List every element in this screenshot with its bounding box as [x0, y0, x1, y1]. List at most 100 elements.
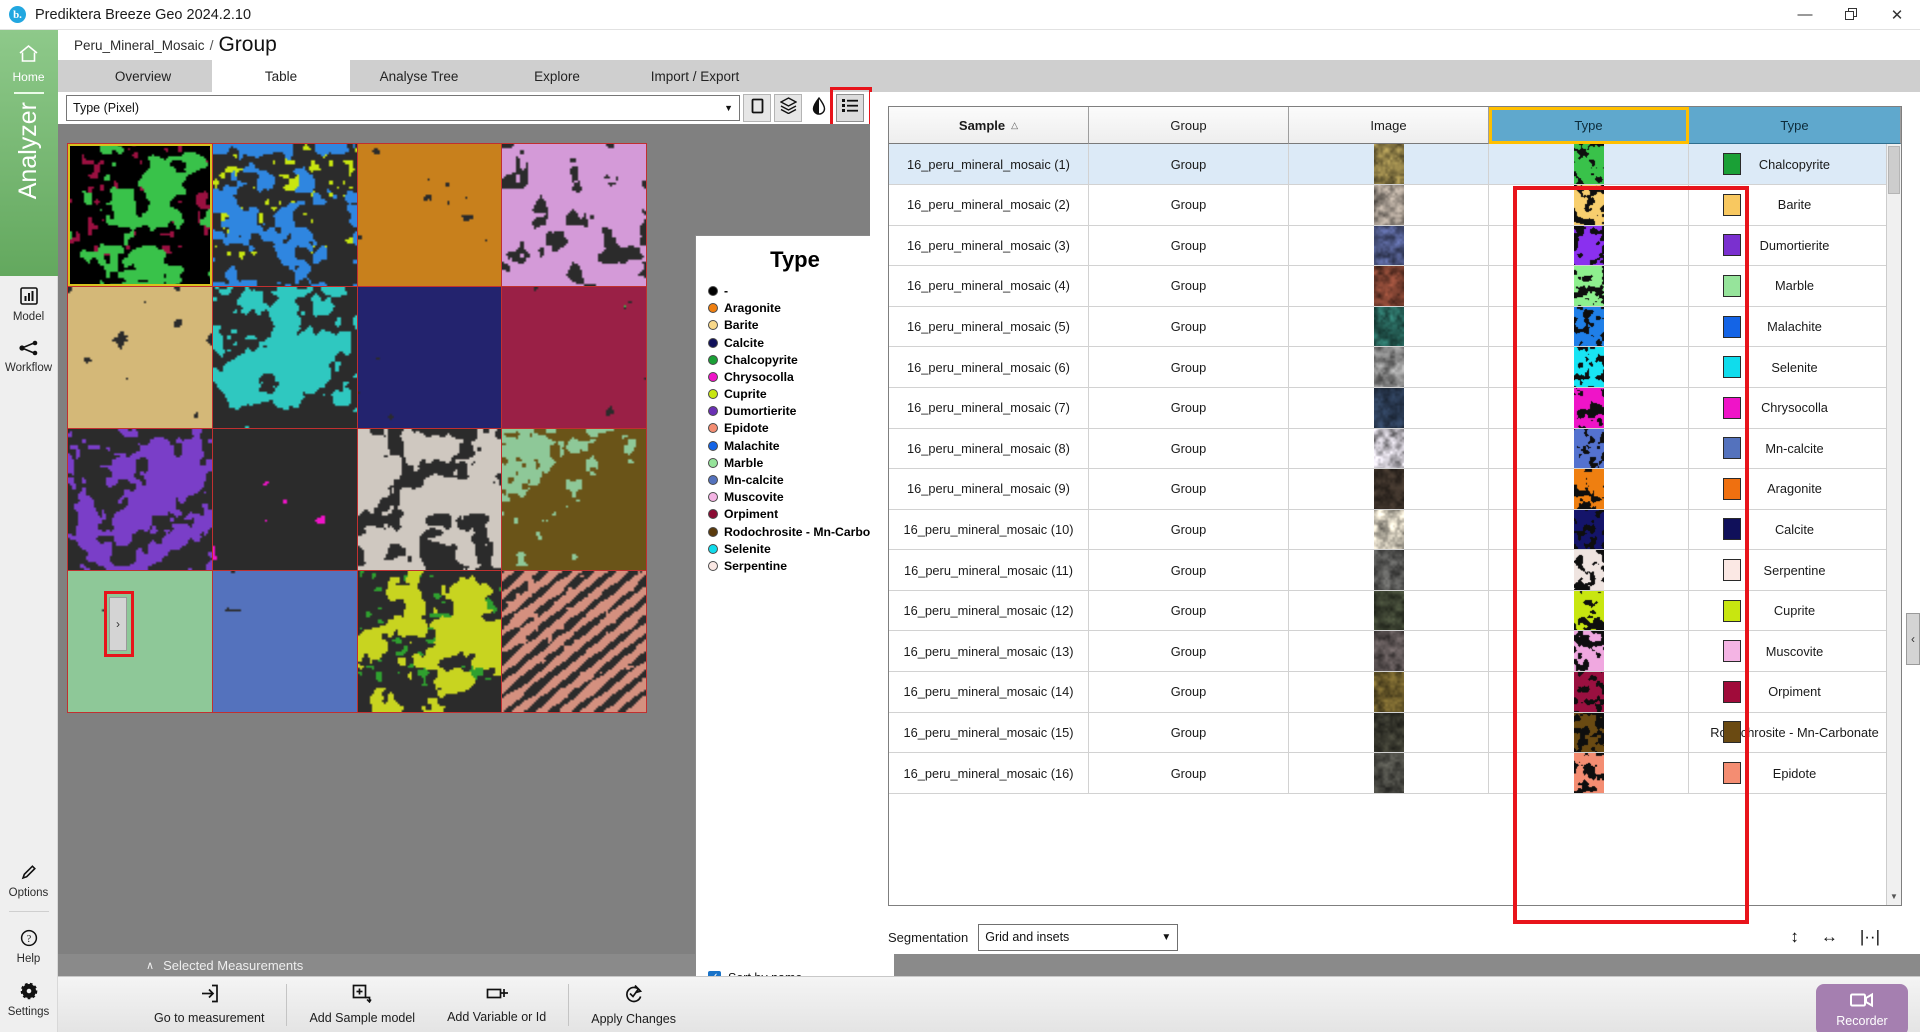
cell-type-segmentation[interactable]	[1489, 226, 1689, 266]
recorder-button[interactable]: Recorder	[1816, 984, 1908, 1032]
cell-image-thumbnail[interactable]	[1289, 510, 1489, 550]
legend-list-button[interactable]	[836, 94, 864, 122]
table-vertical-scrollbar[interactable]: ▲ ▼	[1886, 144, 1901, 905]
mosaic-cell[interactable]	[502, 287, 646, 428]
table-row[interactable]: 16_peru_mineral_mosaic (15)GroupRodochro…	[889, 713, 1901, 754]
cell-type-segmentation[interactable]	[1489, 388, 1689, 428]
home-icon[interactable]	[18, 44, 39, 67]
cell-type-segmentation[interactable]	[1489, 347, 1689, 387]
cell-type-segmentation[interactable]	[1489, 591, 1689, 631]
legend-item[interactable]: Chalcopyrite	[708, 351, 894, 368]
tab-explore[interactable]: Explore	[488, 60, 626, 92]
cell-type-segmentation[interactable]	[1489, 713, 1689, 753]
table-row[interactable]: 16_peru_mineral_mosaic (8)GroupMn-calcit…	[889, 429, 1901, 470]
cell-image-thumbnail[interactable]	[1289, 266, 1489, 306]
mosaic-cell[interactable]	[213, 287, 357, 428]
tab-import-export[interactable]: Import / Export	[626, 60, 764, 92]
table-row[interactable]: 16_peru_mineral_mosaic (9)GroupAragonite	[889, 469, 1901, 510]
mosaic-cell[interactable]	[213, 429, 357, 570]
contrast-button[interactable]	[805, 94, 833, 122]
restore-button[interactable]	[1828, 0, 1874, 29]
table-row[interactable]: 16_peru_mineral_mosaic (11)GroupSerpenti…	[889, 550, 1901, 591]
mosaic-cell[interactable]	[358, 287, 502, 428]
rail-item-workflow[interactable]: Workflow	[0, 329, 58, 380]
legend-item[interactable]: Orpiment	[708, 506, 894, 523]
table-row[interactable]: 16_peru_mineral_mosaic (12)GroupCuprite	[889, 591, 1901, 632]
table-row[interactable]: 16_peru_mineral_mosaic (4)GroupMarble	[889, 266, 1901, 307]
cell-image-thumbnail[interactable]	[1289, 226, 1489, 266]
mosaic-cell[interactable]	[68, 429, 212, 570]
rail-item-model[interactable]: Model	[0, 276, 58, 329]
column-header-group[interactable]: Group	[1089, 107, 1289, 144]
scrollbar-thumb[interactable]	[1888, 146, 1900, 194]
cell-type-segmentation[interactable]	[1489, 429, 1689, 469]
add-sample-model-button[interactable]: Add Sample model	[293, 984, 431, 1025]
minimize-button[interactable]: —	[1782, 0, 1828, 29]
column-header-image[interactable]: Image	[1289, 107, 1489, 144]
mosaic-cell[interactable]	[68, 287, 212, 428]
legend-item[interactable]: Epidote	[708, 420, 894, 437]
mosaic-cell[interactable]	[502, 144, 646, 285]
right-panel-collapse-handle[interactable]: ‹	[1906, 613, 1920, 665]
mosaic-cell[interactable]	[213, 144, 357, 285]
cell-image-thumbnail[interactable]	[1289, 631, 1489, 671]
column-header-type-image[interactable]: Type	[1489, 107, 1689, 144]
table-body[interactable]: 16_peru_mineral_mosaic (1)GroupChalcopyr…	[889, 144, 1901, 905]
layers-view-button[interactable]	[774, 94, 802, 122]
rail-item-options[interactable]: Options	[0, 852, 58, 905]
cell-image-thumbnail[interactable]	[1289, 185, 1489, 225]
table-row[interactable]: 16_peru_mineral_mosaic (10)GroupCalcite	[889, 510, 1901, 551]
fit-height-icon[interactable]: ↕	[1790, 927, 1799, 947]
mosaic-cell[interactable]	[358, 571, 502, 712]
go-to-measurement-button[interactable]: Go to measurement	[138, 984, 280, 1025]
table-row[interactable]: 16_peru_mineral_mosaic (6)GroupSelenite	[889, 347, 1901, 388]
legend-item[interactable]: -	[708, 282, 894, 299]
cell-image-thumbnail[interactable]	[1289, 713, 1489, 753]
legend-item[interactable]: Chrysocolla	[708, 368, 894, 385]
cell-type-segmentation[interactable]	[1489, 185, 1689, 225]
mosaic-cell[interactable]	[502, 429, 646, 570]
table-row[interactable]: 16_peru_mineral_mosaic (5)GroupMalachite	[889, 307, 1901, 348]
cell-type-segmentation[interactable]	[1489, 631, 1689, 671]
selected-measurements-bar[interactable]: ∧ Selected Measurements	[58, 954, 1920, 976]
table-row[interactable]: 16_peru_mineral_mosaic (13)GroupMuscovit…	[889, 631, 1901, 672]
cell-image-thumbnail[interactable]	[1289, 388, 1489, 428]
cell-type-segmentation[interactable]	[1489, 144, 1689, 184]
cell-image-thumbnail[interactable]	[1289, 469, 1489, 509]
mosaic-grid[interactable]	[67, 143, 647, 713]
legend-item[interactable]: Calcite	[708, 334, 894, 351]
table-row[interactable]: 16_peru_mineral_mosaic (1)GroupChalcopyr…	[889, 144, 1901, 185]
legend-item[interactable]: Serpentine	[708, 557, 894, 574]
table-row[interactable]: 16_peru_mineral_mosaic (7)GroupChrysocol…	[889, 388, 1901, 429]
legend-item[interactable]: Muscovite	[708, 489, 894, 506]
add-variable-or-id-button[interactable]: Add Variable or Id	[431, 985, 562, 1024]
table-row[interactable]: 16_peru_mineral_mosaic (16)GroupEpidote	[889, 753, 1901, 794]
legend-item[interactable]: Cuprite	[708, 385, 894, 402]
mosaic-cell[interactable]	[68, 571, 212, 712]
tab-overview[interactable]: Overview	[74, 60, 212, 92]
table-row[interactable]: 16_peru_mineral_mosaic (14)GroupOrpiment	[889, 672, 1901, 713]
legend-item[interactable]: Malachite	[708, 437, 894, 454]
legend-item[interactable]: Rodochrosite - Mn-Carbonat	[708, 523, 894, 540]
rail-item-help[interactable]: ? Help	[0, 918, 58, 971]
mosaic-cell[interactable]	[213, 571, 357, 712]
rail-item-settings[interactable]: Settings	[0, 971, 58, 1024]
cell-type-segmentation[interactable]	[1489, 672, 1689, 712]
single-image-view-button[interactable]	[743, 94, 771, 122]
apply-changes-button[interactable]: Apply Changes	[575, 984, 692, 1026]
cell-type-segmentation[interactable]	[1489, 266, 1689, 306]
tab-table[interactable]: Table	[212, 60, 350, 92]
tab-analyse-tree[interactable]: Analyse Tree	[350, 60, 488, 92]
legend-item[interactable]: Selenite	[708, 540, 894, 557]
legend-item[interactable]: Dumortierite	[708, 403, 894, 420]
cell-image-thumbnail[interactable]	[1289, 307, 1489, 347]
fit-width-icon[interactable]: ↔	[1821, 927, 1838, 947]
cell-image-thumbnail[interactable]	[1289, 550, 1489, 590]
scroll-down-icon[interactable]: ▼	[1888, 889, 1900, 903]
column-header-type-value[interactable]: Type	[1689, 107, 1901, 144]
mosaic-cell[interactable]	[358, 144, 502, 285]
cell-type-segmentation[interactable]	[1489, 510, 1689, 550]
legend-item[interactable]: Marble	[708, 454, 894, 471]
cell-image-thumbnail[interactable]	[1289, 347, 1489, 387]
cell-type-segmentation[interactable]	[1489, 307, 1689, 347]
